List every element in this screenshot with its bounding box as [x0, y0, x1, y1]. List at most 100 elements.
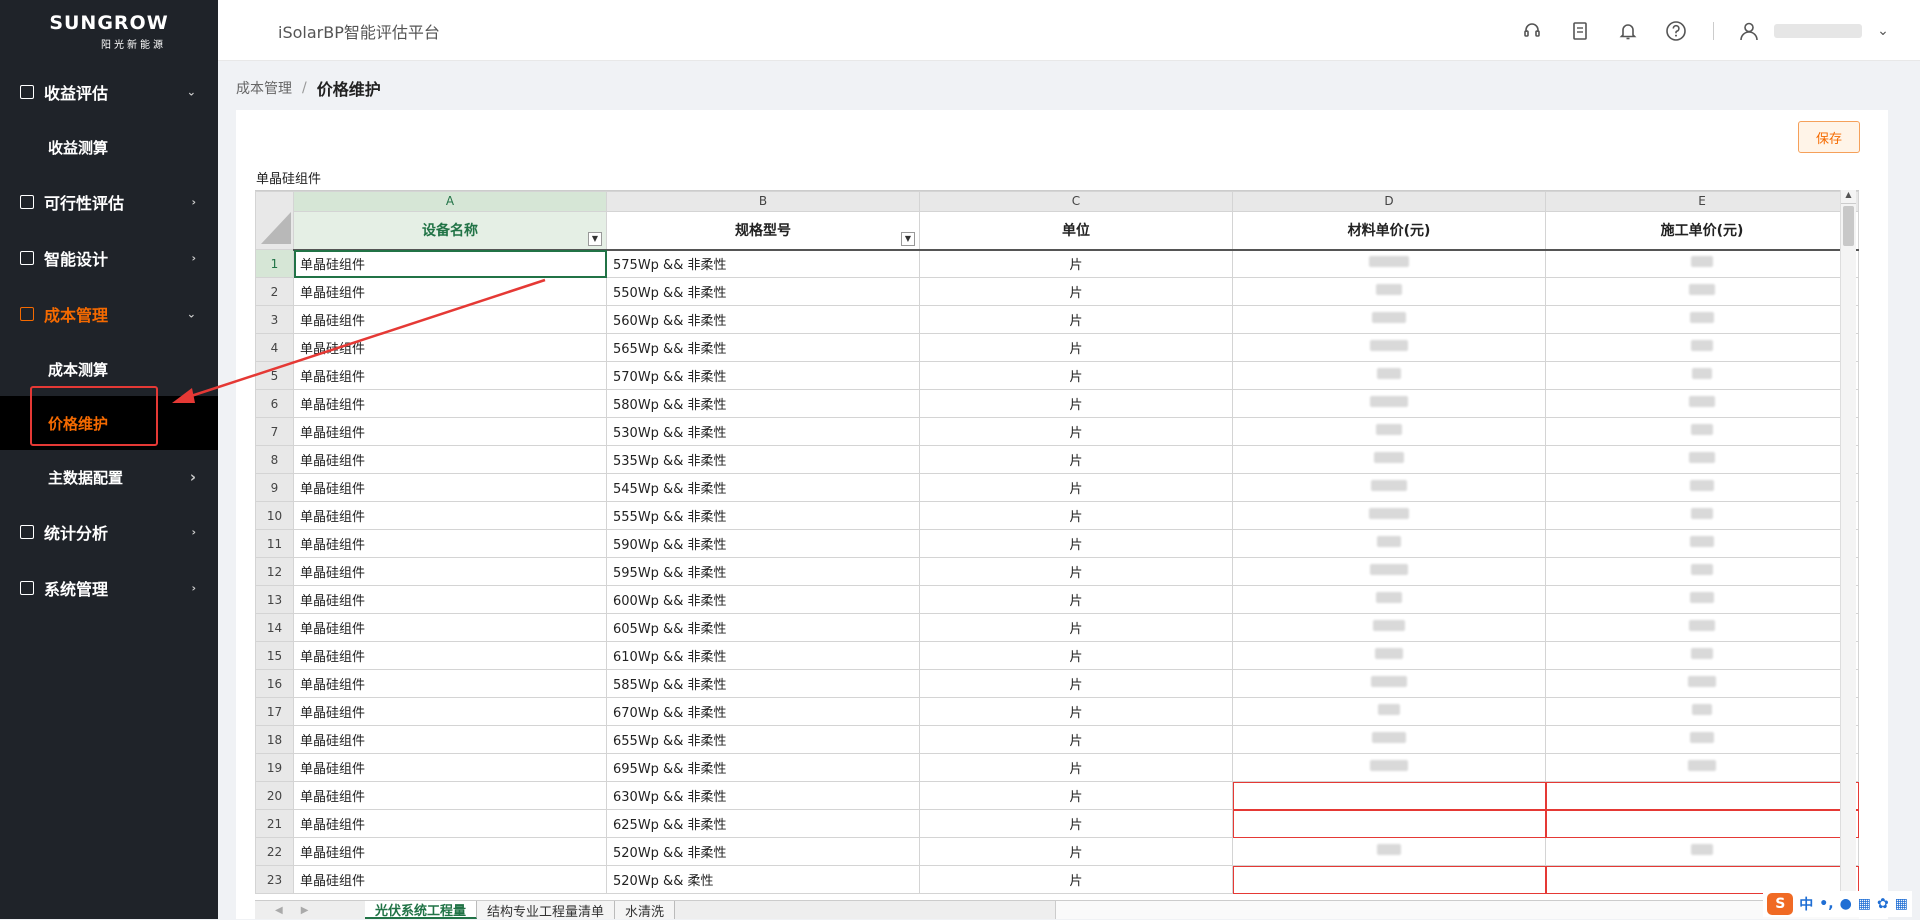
row-number[interactable]: 6 [256, 390, 294, 418]
cell-unit[interactable]: 片 [920, 614, 1233, 642]
row-number[interactable]: 15 [256, 642, 294, 670]
cell-construction-price[interactable] [1546, 698, 1859, 726]
cell-unit[interactable]: 片 [920, 642, 1233, 670]
document-icon[interactable] [1565, 16, 1595, 46]
row-number[interactable]: 3 [256, 306, 294, 334]
cell-material-price[interactable] [1233, 278, 1546, 306]
cell-spec[interactable]: 590Wp && 非柔性 [607, 530, 920, 558]
cell-spec[interactable]: 550Wp && 非柔性 [607, 278, 920, 306]
header-material-price[interactable]: 材料单价(元) [1233, 211, 1546, 249]
cell-material-price[interactable] [1233, 670, 1546, 698]
menu-statistics[interactable]: 统计分析 › [0, 504, 218, 560]
header-unit[interactable]: 单位 [920, 211, 1233, 249]
cell-material-price[interactable] [1233, 558, 1546, 586]
cell-construction-price[interactable] [1546, 838, 1859, 866]
cell-device-name[interactable]: 单晶硅组件 [294, 614, 607, 642]
cell-spec[interactable]: 520Wp && 非柔性 [607, 838, 920, 866]
cell-device-name[interactable]: 单晶硅组件 [294, 530, 607, 558]
row-number[interactable]: 18 [256, 726, 294, 754]
grid-menu-icon[interactable]: ▦ [1895, 896, 1908, 912]
user-name-redacted[interactable] [1774, 24, 1862, 38]
cell-construction-price[interactable] [1546, 278, 1859, 306]
row-number[interactable]: 9 [256, 474, 294, 502]
bell-icon[interactable] [1613, 16, 1643, 46]
cell-unit[interactable]: 片 [920, 670, 1233, 698]
column-letter[interactable]: B [607, 192, 920, 212]
menu-system[interactable]: 系统管理 › [0, 560, 218, 616]
cell-unit[interactable]: 片 [920, 754, 1233, 782]
cell-construction-price[interactable] [1546, 866, 1859, 894]
cell-construction-price[interactable] [1546, 390, 1859, 418]
cell-device-name[interactable]: 单晶硅组件 [294, 390, 607, 418]
column-letter[interactable]: D [1233, 192, 1546, 212]
cell-construction-price[interactable] [1546, 558, 1859, 586]
cell-device-name[interactable]: 单晶硅组件 [294, 810, 607, 838]
cell-construction-price[interactable] [1546, 670, 1859, 698]
user-icon[interactable] [1734, 16, 1764, 46]
header-spec[interactable]: 规格型号▼ [607, 211, 920, 249]
cell-material-price[interactable] [1233, 586, 1546, 614]
cell-spec[interactable]: 555Wp && 非柔性 [607, 502, 920, 530]
cell-spec[interactable]: 560Wp && 非柔性 [607, 306, 920, 334]
row-number[interactable]: 10 [256, 502, 294, 530]
cell-device-name[interactable]: 单晶硅组件 [294, 642, 607, 670]
filter-dropdown-icon[interactable]: ▼ [588, 232, 602, 246]
sheet-tab-structure[interactable]: 结构专业工程量清单 [477, 901, 615, 919]
cell-device-name[interactable]: 单晶硅组件 [294, 558, 607, 586]
cell-material-price[interactable] [1233, 474, 1546, 502]
cell-material-price[interactable] [1233, 362, 1546, 390]
cell-unit[interactable]: 片 [920, 418, 1233, 446]
cell-construction-price[interactable] [1546, 642, 1859, 670]
punctuation-icon[interactable]: •, [1819, 896, 1833, 912]
cell-device-name[interactable]: 单晶硅组件 [294, 754, 607, 782]
cell-unit[interactable]: 片 [920, 558, 1233, 586]
header-device-name[interactable]: 设备名称▼ [294, 211, 607, 249]
sheet-tab-water[interactable]: 水清洗 [615, 901, 675, 919]
cell-material-price[interactable] [1233, 306, 1546, 334]
chevron-down-icon[interactable]: ⌄ [1868, 16, 1898, 46]
cell-material-price[interactable] [1233, 726, 1546, 754]
row-number[interactable]: 22 [256, 838, 294, 866]
menu-revenue-eval[interactable]: 收益评估 ⌄ [0, 64, 218, 120]
row-number[interactable]: 17 [256, 698, 294, 726]
cell-unit[interactable]: 片 [920, 810, 1233, 838]
cell-unit[interactable]: 片 [920, 334, 1233, 362]
spreadsheet-grid[interactable]: A B C D E 设备名称▼ 规格型号▼ 单位 材料单价(元) 施工单价(元)… [255, 190, 1859, 900]
cell-spec[interactable]: 530Wp && 非柔性 [607, 418, 920, 446]
cell-device-name[interactable]: 单晶硅组件 [294, 502, 607, 530]
cell-device-name[interactable]: 单晶硅组件 [294, 586, 607, 614]
cell-material-price[interactable] [1233, 390, 1546, 418]
cell-construction-price[interactable] [1546, 614, 1859, 642]
row-number[interactable]: 19 [256, 754, 294, 782]
horizontal-scrollbar[interactable] [1055, 901, 1859, 919]
cell-material-price[interactable] [1233, 502, 1546, 530]
cell-material-price[interactable] [1233, 418, 1546, 446]
brand-logo[interactable]: SUNGROW 阳光新能源 [0, 0, 218, 62]
cell-unit[interactable]: 片 [920, 838, 1233, 866]
skin-icon[interactable]: ✿ [1877, 896, 1889, 912]
cell-construction-price[interactable] [1546, 250, 1859, 278]
column-letter[interactable]: C [920, 192, 1233, 212]
cell-spec[interactable]: 625Wp && 非柔性 [607, 810, 920, 838]
cell-unit[interactable]: 片 [920, 306, 1233, 334]
cell-construction-price[interactable] [1546, 810, 1859, 838]
prev-sheet-icon[interactable]: ◀ [275, 905, 283, 916]
column-letter[interactable]: A [294, 192, 607, 212]
keyboard-icon[interactable]: ▦ [1858, 896, 1871, 912]
cell-material-price[interactable] [1233, 698, 1546, 726]
cell-spec[interactable]: 655Wp && 非柔性 [607, 726, 920, 754]
cell-unit[interactable]: 片 [920, 866, 1233, 894]
menu-feasibility[interactable]: 可行性评估 › [0, 174, 218, 230]
column-letter[interactable]: E [1546, 192, 1859, 212]
cell-unit[interactable]: 片 [920, 530, 1233, 558]
cell-construction-price[interactable] [1546, 446, 1859, 474]
cell-spec[interactable]: 600Wp && 非柔性 [607, 586, 920, 614]
cell-device-name[interactable]: 单晶硅组件 [294, 418, 607, 446]
cell-unit[interactable]: 片 [920, 390, 1233, 418]
cell-construction-price[interactable] [1546, 754, 1859, 782]
cell-spec[interactable]: 670Wp && 非柔性 [607, 698, 920, 726]
cell-construction-price[interactable] [1546, 474, 1859, 502]
cell-construction-price[interactable] [1546, 306, 1859, 334]
cell-construction-price[interactable] [1546, 418, 1859, 446]
row-number[interactable]: 14 [256, 614, 294, 642]
